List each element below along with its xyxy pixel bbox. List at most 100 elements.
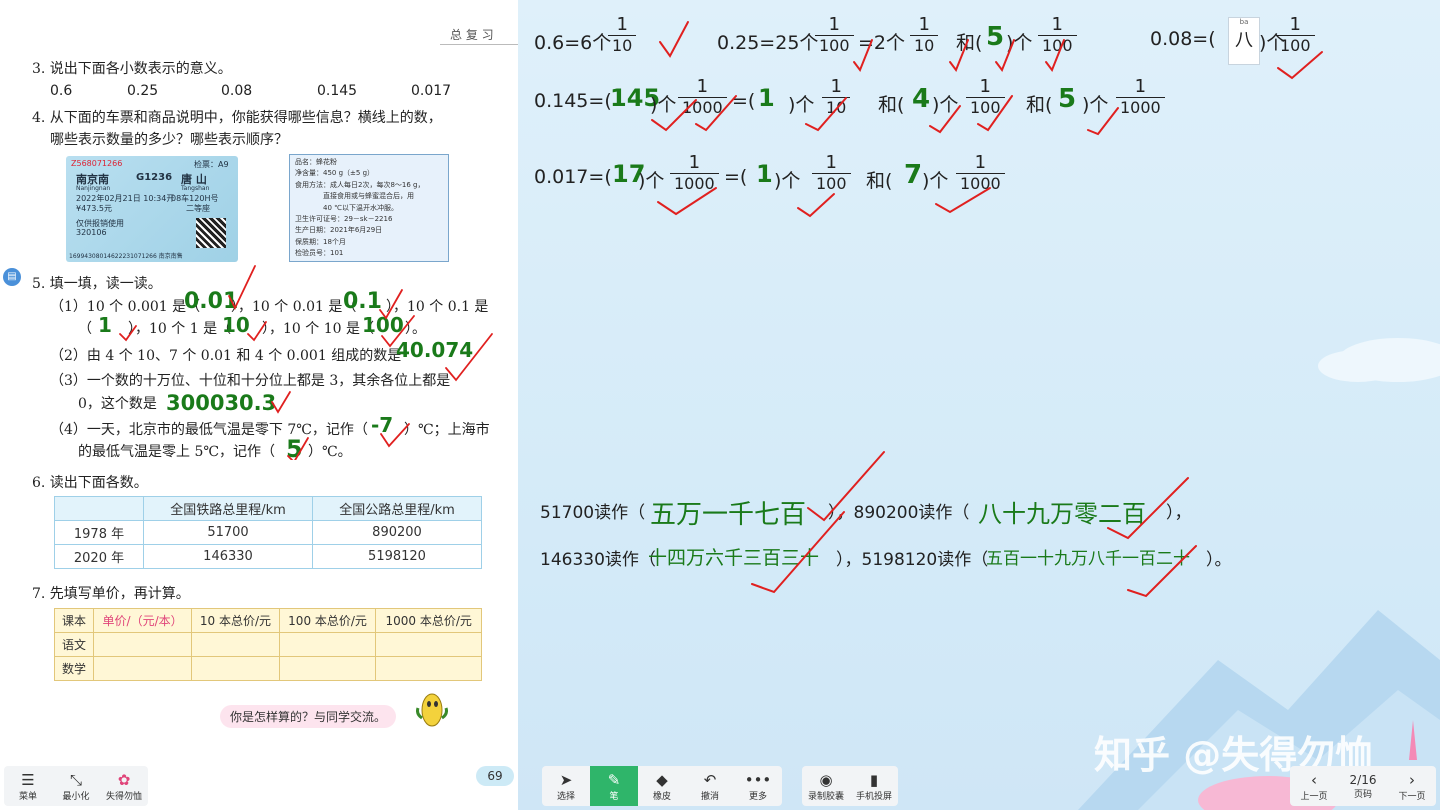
table-cell: 语文 bbox=[54, 632, 94, 657]
label-line: 直接食用或与蜂蜜混合后，用 bbox=[323, 192, 414, 201]
ticket-from-pinyin: Nanjingnan bbox=[76, 185, 111, 192]
ticket-price: ¥473.5元 bbox=[76, 204, 112, 213]
table-cell bbox=[278, 632, 377, 657]
next-page-button[interactable]: › 下一页 bbox=[1388, 766, 1436, 806]
left-toolbar: ☰ 菜单 ⤡ 最小化 ✿ 失得勿恤 bbox=[4, 766, 148, 806]
label-line: 检验员号：101 bbox=[295, 249, 344, 258]
q6-table: 全国铁路总里程/km 全国公路总里程/km 1978 年 51700 89020… bbox=[54, 496, 482, 569]
check-mark bbox=[935, 187, 991, 214]
table-header: 10 本总价/元 bbox=[191, 608, 280, 633]
table-header: 课本 bbox=[54, 608, 94, 633]
main-toolbar: ➤ 选择 ✎ 笔 ◆ 橡皮 ↶ 撤消 ••• 更多 bbox=[542, 766, 782, 806]
table-cell: 890200 bbox=[312, 520, 482, 545]
tool-label: 选择 bbox=[556, 791, 575, 802]
tool-label: 失得勿恤 bbox=[105, 791, 142, 802]
check-mark bbox=[381, 315, 415, 348]
table-cell: 5198120 bbox=[312, 544, 482, 569]
table-cell: 1978 年 bbox=[54, 520, 144, 545]
minimize-icon: ⤡ bbox=[69, 770, 82, 789]
eraser-icon: ◆ bbox=[656, 770, 668, 789]
more-button[interactable]: ••• 更多 bbox=[734, 766, 782, 806]
pen-tool-button[interactable]: ✎ 笔 bbox=[590, 766, 638, 806]
check-mark bbox=[380, 423, 410, 448]
q4-line2: 哪些表示数量的多少？哪些表示顺序？ bbox=[50, 132, 288, 148]
avatar-icon: ✿ bbox=[117, 770, 131, 789]
label-line: 40 ℃以下温开水冲服。 bbox=[323, 203, 398, 212]
ticket-to-pinyin: Tangshan bbox=[181, 185, 210, 192]
table-cell: 146330 bbox=[143, 544, 313, 569]
select-tool-button[interactable]: ➤ 选择 bbox=[542, 766, 590, 806]
ticket-train: G1236 bbox=[136, 172, 173, 183]
check-mark bbox=[1045, 39, 1065, 73]
table-header: 1000 本总价/元 bbox=[375, 608, 482, 633]
check-mark bbox=[949, 39, 969, 73]
eraser-tool-button[interactable]: ◆ 橡皮 bbox=[638, 766, 686, 806]
table-cell bbox=[92, 632, 193, 657]
product-label: 品名：蜂花粉 净含量：450 g（±5 g） 食用方法：成人每日2次，每次8～1… bbox=[289, 154, 449, 262]
table-cell bbox=[278, 656, 377, 681]
book-check-marks bbox=[119, 265, 493, 460]
chevron-left-icon: ‹ bbox=[1311, 770, 1317, 789]
tool-label: 页码 bbox=[1353, 789, 1372, 800]
label-line: 保质期：18个月 bbox=[295, 237, 346, 246]
ticket-gate: 检票：A9 bbox=[194, 160, 229, 169]
label-line: 食用方法：成人每日2次，每次8～16 g， bbox=[295, 180, 425, 189]
user-button[interactable]: ✿ 失得勿恤 bbox=[100, 766, 148, 806]
pager: ‹ 上一页 2/16 页码 › 下一页 bbox=[1290, 766, 1436, 806]
whiteboard-canvas[interactable]: 0.6=6个 1 10 0.25=25个 1 100 =2个 1 10 和( 5 )个… bbox=[518, 0, 1440, 810]
undo-icon: ↶ bbox=[703, 770, 717, 789]
board-check-marks bbox=[651, 21, 1323, 598]
check-mark bbox=[751, 511, 845, 594]
table-row: 数学 bbox=[54, 656, 482, 681]
check-mark bbox=[797, 193, 835, 218]
table-cell: 数学 bbox=[54, 656, 94, 681]
page-indicator[interactable]: 2/16 页码 bbox=[1339, 766, 1387, 806]
train-ticket: Z568071266 检票：A9 南京南 G1236 唐 山 Nanjingna… bbox=[66, 156, 238, 262]
q3-title: 3. 说出下面各小数表示的意义。 bbox=[32, 61, 232, 77]
table-header: 全国铁路总里程/km bbox=[143, 496, 313, 521]
phone-cast-button[interactable]: ▮ 手机投屏 bbox=[850, 766, 898, 806]
qr-code-icon bbox=[196, 218, 226, 248]
table-header bbox=[54, 496, 144, 521]
tool-label: 下一页 bbox=[1398, 791, 1426, 802]
ticket-class: 二等座 bbox=[186, 204, 210, 213]
menu-icon: ☰ bbox=[21, 770, 35, 789]
table-cell: 51700 bbox=[143, 520, 313, 545]
page-count: 2/16 bbox=[1349, 772, 1377, 787]
label-line: 净含量：450 g（±5 g） bbox=[295, 169, 375, 178]
check-mark bbox=[1087, 107, 1119, 136]
textbook-page: 总 复 习 3. 说出下面各小数表示的意义。 0.6 0.25 0.08 0.1… bbox=[0, 0, 518, 810]
check-mark bbox=[929, 105, 961, 134]
check-mark bbox=[657, 187, 717, 216]
q3-num: 0.08 bbox=[221, 83, 253, 99]
check-mark bbox=[1127, 545, 1197, 598]
tool-label: 更多 bbox=[748, 791, 767, 802]
table-row: 1978 年 51700 890200 bbox=[54, 520, 482, 545]
table-cell: 2020 年 bbox=[54, 544, 144, 569]
check-mark bbox=[807, 451, 885, 522]
menu-button[interactable]: ☰ 菜单 bbox=[4, 766, 52, 806]
tool-label: 橡皮 bbox=[652, 791, 671, 802]
check-mark bbox=[445, 333, 493, 382]
prev-page-button[interactable]: ‹ 上一页 bbox=[1290, 766, 1338, 806]
chevron-right-icon: › bbox=[1409, 770, 1415, 789]
table-cell bbox=[92, 656, 193, 681]
check-mark bbox=[228, 265, 256, 311]
table-cell bbox=[375, 632, 482, 657]
table-cell bbox=[191, 656, 280, 681]
check-mark bbox=[287, 437, 309, 460]
label-line: 品名：蜂花粉 bbox=[295, 158, 337, 166]
check-mark bbox=[1107, 477, 1189, 540]
tool-label: 撤消 bbox=[700, 791, 719, 802]
check-mark bbox=[977, 95, 1013, 132]
q3-num: 0.25 bbox=[127, 83, 159, 99]
minimize-button[interactable]: ⤡ 最小化 bbox=[52, 766, 100, 806]
undo-button[interactable]: ↶ 撤消 bbox=[686, 766, 734, 806]
record-capsule-button[interactable]: ◉ 录制胶囊 bbox=[802, 766, 850, 806]
cursor-icon: ➤ bbox=[559, 770, 573, 789]
table-cell bbox=[375, 656, 482, 681]
check-mark bbox=[247, 321, 267, 342]
page-number: 69 bbox=[476, 766, 514, 786]
header-rule bbox=[440, 44, 518, 45]
ticket-code: Z568071266 bbox=[71, 159, 123, 168]
